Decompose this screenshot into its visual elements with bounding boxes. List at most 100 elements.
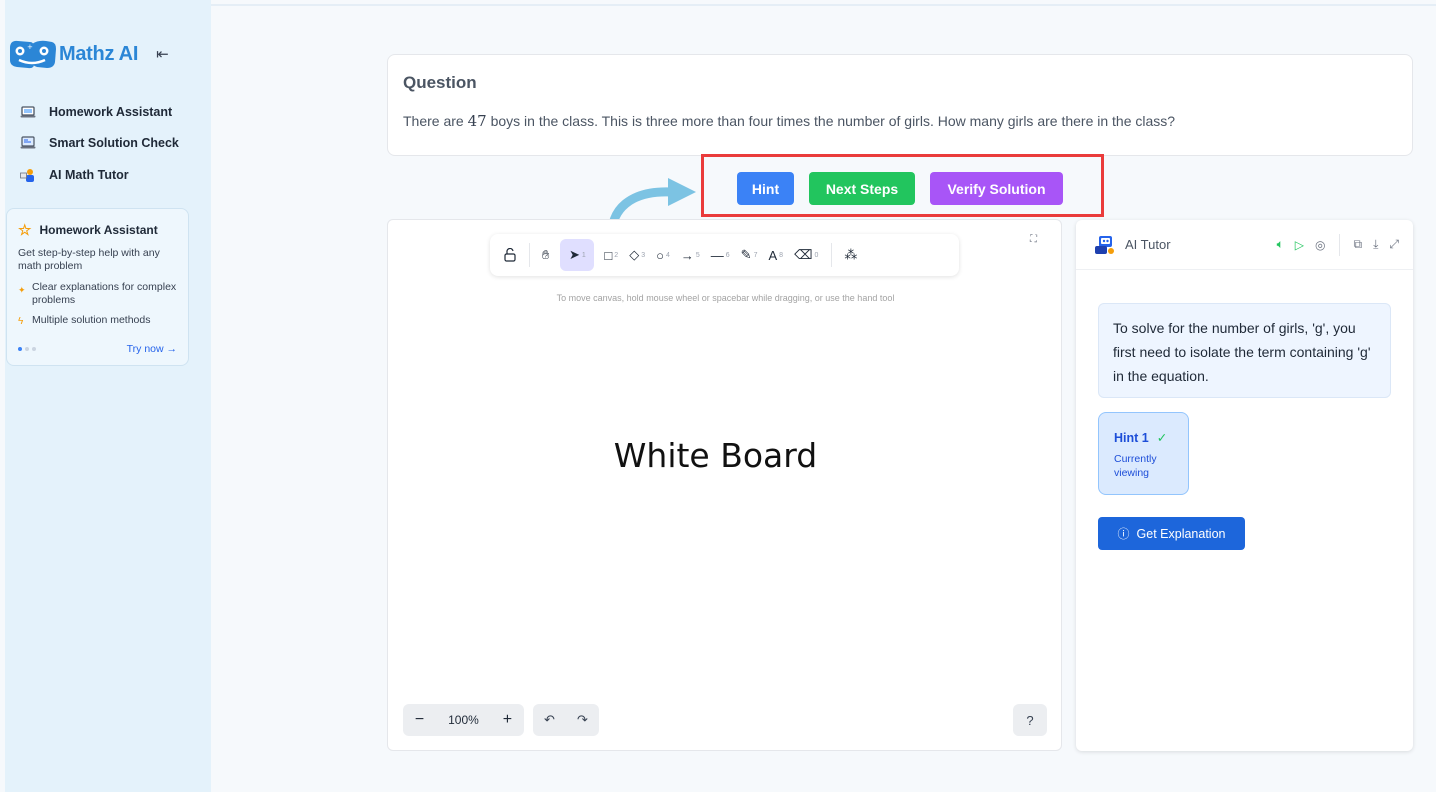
hint-label-text: Hint 1 xyxy=(1114,430,1149,445)
promo-description: Get step-by-step help with any math prob… xyxy=(18,247,160,272)
hint-status: Currently viewing xyxy=(1114,453,1157,479)
history-controls: ↶ ↷ xyxy=(533,704,599,736)
next-steps-button[interactable]: Next Steps xyxy=(809,172,915,205)
tool-shortcut: 5 xyxy=(695,251,700,259)
speaker-icon[interactable]: 🔈︎ xyxy=(1277,237,1284,252)
carousel-dots xyxy=(18,347,36,351)
redo-icon[interactable]: ↷ xyxy=(577,712,588,728)
expand-icon[interactable]: ⤢ xyxy=(1389,237,1399,252)
verify-solution-button[interactable]: Verify Solution xyxy=(930,172,1063,205)
lock-icon[interactable] xyxy=(504,239,516,271)
hint-card[interactable]: Hint 1 ✓ Currently viewing xyxy=(1098,412,1189,495)
arrow-tool-icon[interactable]: → 5 xyxy=(681,239,700,271)
sidebar-item-ai-math-tutor[interactable]: AI Math Tutor xyxy=(19,159,179,191)
tool-shortcut: 4 xyxy=(665,251,670,259)
zoom-in-button[interactable]: + xyxy=(503,711,512,729)
record-icon[interactable]: ◎ xyxy=(1315,238,1325,252)
hint-button[interactable]: Hint xyxy=(737,172,794,205)
robot-tutor-icon xyxy=(1095,235,1114,254)
question-circle-icon: ⓘ xyxy=(1117,527,1130,541)
tool-shortcut: 7 xyxy=(753,251,758,259)
undo-icon[interactable]: ↶ xyxy=(544,712,555,728)
check-circle-icon: ✓ xyxy=(1156,431,1168,445)
sidebar: + Mathz AI ⇤ Homework Assistant Smart So… xyxy=(5,0,211,792)
promo-footer: Try now → xyxy=(18,343,177,355)
top-divider xyxy=(211,4,1436,6)
promo-bullet-text: Multiple solution methods xyxy=(32,314,151,326)
help-icon[interactable]: ? xyxy=(1013,704,1047,736)
star-icon: ☆ xyxy=(18,222,32,239)
toolbar-divider xyxy=(831,243,833,267)
whiteboard[interactable]: ✋︎ ➤ 1 □ 2 ◇ 3 ○ 4 → 5 —6 ✎ 7 A8 ⌫ 0 ⁂ To move … xyxy=(387,219,1062,751)
ellipse-tool-icon[interactable]: ○ 4 xyxy=(656,239,670,271)
teacher-icon xyxy=(19,167,37,183)
select-tool-icon[interactable]: ➤ 1 xyxy=(560,239,595,271)
download-icon[interactable]: ⤓ xyxy=(1373,237,1378,252)
promo-bullet-text: Clear explanations for complex problems xyxy=(32,281,177,306)
collapse-sidebar-icon[interactable]: ⇤ xyxy=(156,45,169,63)
question-text-start: There are xyxy=(403,113,468,129)
svg-text:+: + xyxy=(27,43,33,51)
carousel-dot[interactable] xyxy=(18,347,22,351)
carousel-dot[interactable] xyxy=(32,347,36,351)
brand[interactable]: + Mathz AI ⇤ xyxy=(7,38,169,70)
question-card: Question There are 47 boys in the class.… xyxy=(387,54,1413,156)
tutor-controls: 🔈︎ ▷ ◎ ⧉ ⤓ ⤢ xyxy=(1266,233,1399,256)
zoom-level[interactable]: 100% xyxy=(448,713,479,727)
whiteboard-toolbar: ✋︎ ➤ 1 □ 2 ◇ 3 ○ 4 → 5 —6 ✎ 7 A8 ⌫ 0 ⁂ xyxy=(490,234,959,276)
canvas-hint: To move canvas, hold mouse wheel or spac… xyxy=(556,293,895,303)
monitor-icon xyxy=(19,135,37,151)
brand-name: Mathz AI xyxy=(59,42,139,65)
sidebar-item-homework-assistant[interactable]: Homework Assistant xyxy=(19,96,179,128)
sidebar-item-smart-solution-check[interactable]: Smart Solution Check xyxy=(19,128,179,160)
copy-icon[interactable]: ⧉ xyxy=(1354,237,1363,252)
tool-shortcut: 0 xyxy=(814,251,819,259)
promo-bullet: ϟ Multiple solution methods xyxy=(18,314,178,328)
mathz-logo-icon: + xyxy=(10,40,56,69)
try-now-link[interactable]: Try now → xyxy=(127,343,177,355)
promo-title: ☆ Homework Assistant xyxy=(18,221,178,239)
tool-shortcut: 1 xyxy=(581,251,586,259)
zoom-controls: − 100% + xyxy=(403,704,524,736)
tutor-message: To solve for the number of girls, 'g', y… xyxy=(1098,303,1391,398)
zoom-out-button[interactable]: − xyxy=(415,711,424,729)
sidebar-nav: Homework Assistant Smart Solution Check … xyxy=(19,96,179,191)
toolbar-divider xyxy=(529,243,530,267)
hand-tool-icon[interactable]: ✋︎ xyxy=(542,239,549,271)
diamond-tool-icon[interactable]: ◇ 3 xyxy=(629,239,645,271)
carousel-dot[interactable] xyxy=(25,347,29,351)
controls-divider xyxy=(1338,233,1340,256)
play-icon[interactable]: ▷ xyxy=(1295,238,1304,252)
hint-label: Hint 1 ✓ xyxy=(1114,430,1173,446)
action-buttons: Hint Next Steps Verify Solution xyxy=(737,172,1063,205)
question-heading: Question xyxy=(403,73,477,92)
question-text-end: boys in the class. This is three more th… xyxy=(486,113,1176,129)
line-tool-icon[interactable]: —6 xyxy=(711,239,730,271)
sidebar-item-label: Homework Assistant xyxy=(49,104,173,119)
sparkle-icon: ✦ xyxy=(18,285,26,295)
ai-tutor-panel: AI Tutor 🔈︎ ▷ ◎ ⧉ ⤓ ⤢ To solve for the n… xyxy=(1076,220,1413,751)
eraser-tool-icon[interactable]: ⌫ 0 xyxy=(794,239,818,271)
get-explanation-button[interactable]: ⓘ Get Explanation xyxy=(1098,517,1245,550)
whiteboard-label: White Board xyxy=(613,436,818,475)
tool-shortcut: 6 xyxy=(725,251,730,259)
rectangle-tool-icon[interactable]: □ 2 xyxy=(604,239,618,271)
extra-tools-icon[interactable]: ⁂ xyxy=(844,239,857,271)
tutor-title: AI Tutor xyxy=(1125,237,1171,252)
fullscreen-icon[interactable]: ⛶ xyxy=(1030,234,1037,245)
tool-shortcut: 8 xyxy=(779,251,784,259)
tool-shortcut: 3 xyxy=(641,251,646,259)
text-tool-icon[interactable]: A8 xyxy=(768,239,783,271)
promo-title-text: Homework Assistant xyxy=(39,223,158,237)
laptop-icon xyxy=(19,104,37,120)
tool-shortcut: 2 xyxy=(614,251,619,259)
get-explanation-label: Get Explanation xyxy=(1136,526,1226,541)
sidebar-item-label: Smart Solution Check xyxy=(49,136,179,151)
sidebar-item-label: AI Math Tutor xyxy=(49,167,129,182)
draw-tool-icon[interactable]: ✎ 7 xyxy=(741,239,758,271)
lightning-icon: ϟ xyxy=(18,316,24,327)
question-text: There are 47 boys in the class. This is … xyxy=(403,112,1397,130)
feature-promo-card: ☆ Homework Assistant Get step-by-step he… xyxy=(6,208,189,366)
promo-bullet: ✦ Clear explanations for complex problem… xyxy=(18,281,178,307)
tutor-header: AI Tutor 🔈︎ ▷ ◎ ⧉ ⤓ ⤢ xyxy=(1076,220,1413,270)
